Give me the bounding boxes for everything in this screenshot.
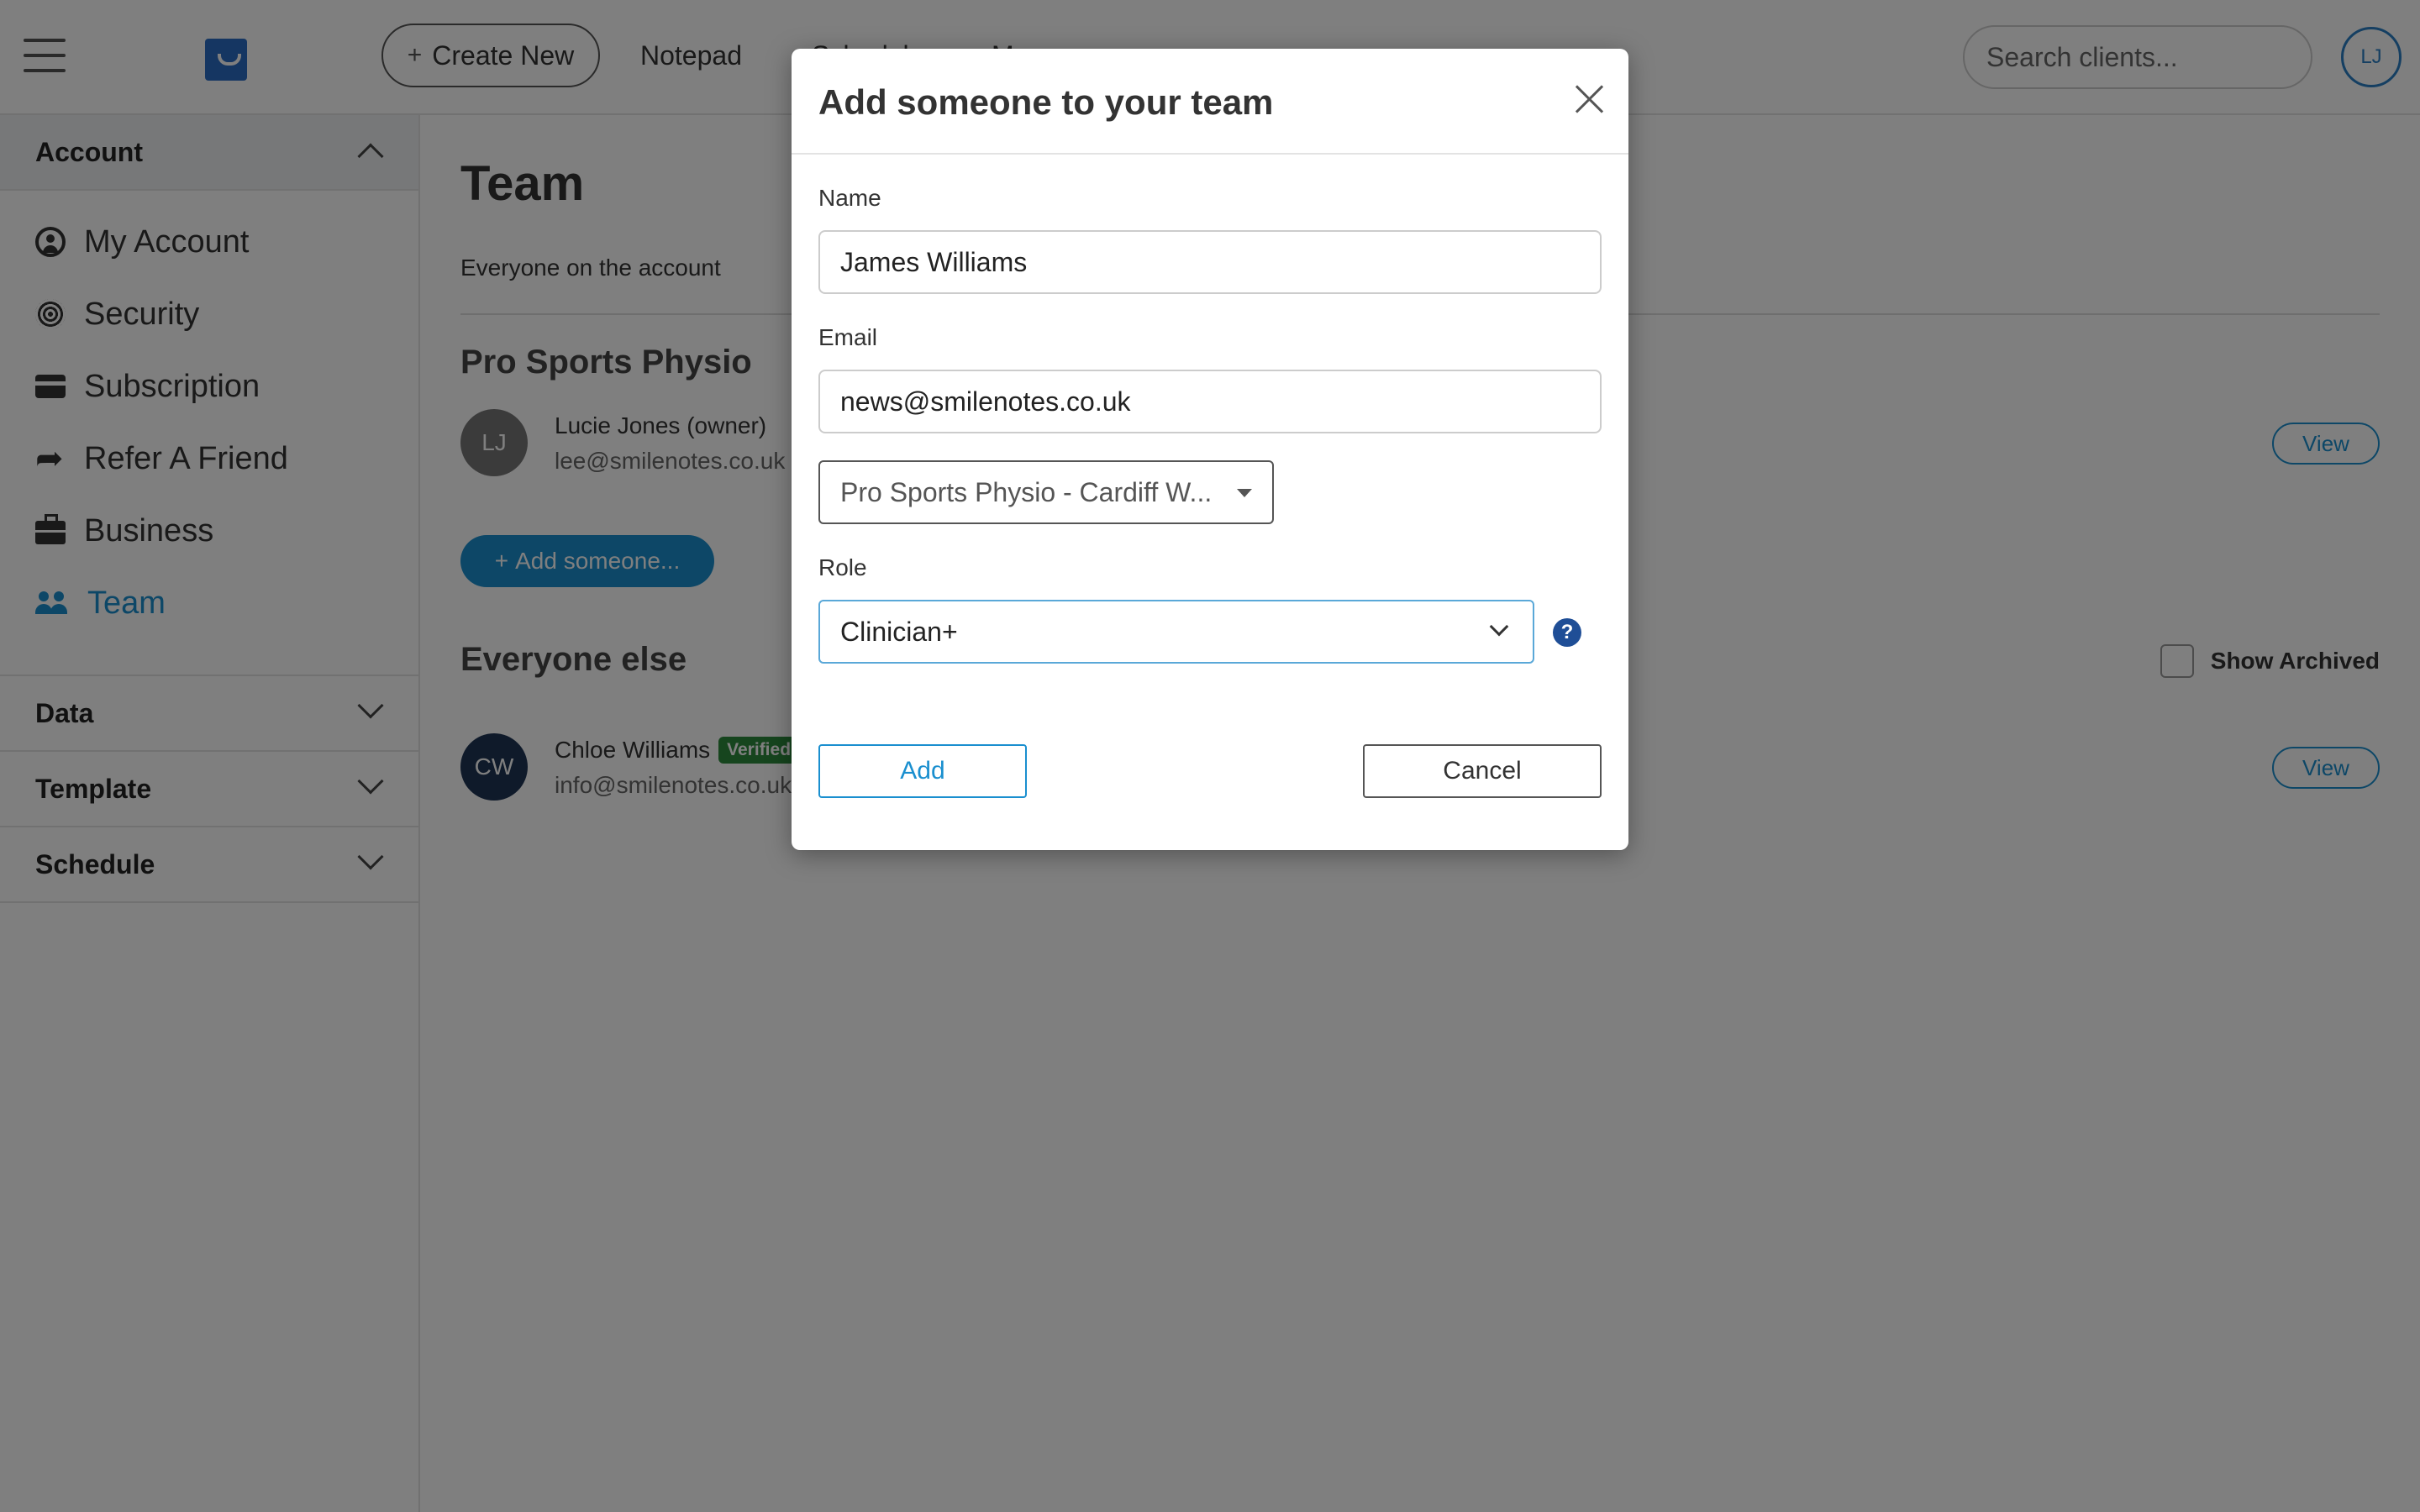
role-select[interactable]: Clinician+ <box>818 600 1534 664</box>
chevron-down-icon <box>1489 617 1509 637</box>
modal-header: Add someone to your team <box>792 49 1628 155</box>
role-select-value: Clinician+ <box>840 616 958 647</box>
modal-title: Add someone to your team <box>818 82 1274 122</box>
close-icon[interactable] <box>1573 82 1607 116</box>
name-label: Name <box>818 185 881 211</box>
business-select-value: Pro Sports Physio - Cardiff W... <box>840 476 1213 507</box>
name-field[interactable] <box>818 230 1602 294</box>
email-label: Email <box>818 324 878 350</box>
add-button[interactable]: Add <box>818 744 1027 798</box>
help-icon[interactable]: ? <box>1553 618 1581 647</box>
business-select[interactable]: Pro Sports Physio - Cardiff W... <box>818 460 1274 524</box>
role-label: Role <box>818 554 867 580</box>
add-team-member-modal: Add someone to your team Name Email Pro … <box>792 49 1628 850</box>
cancel-button[interactable]: Cancel <box>1363 744 1602 798</box>
email-field[interactable] <box>818 370 1602 433</box>
caret-down-icon <box>1237 489 1252 497</box>
